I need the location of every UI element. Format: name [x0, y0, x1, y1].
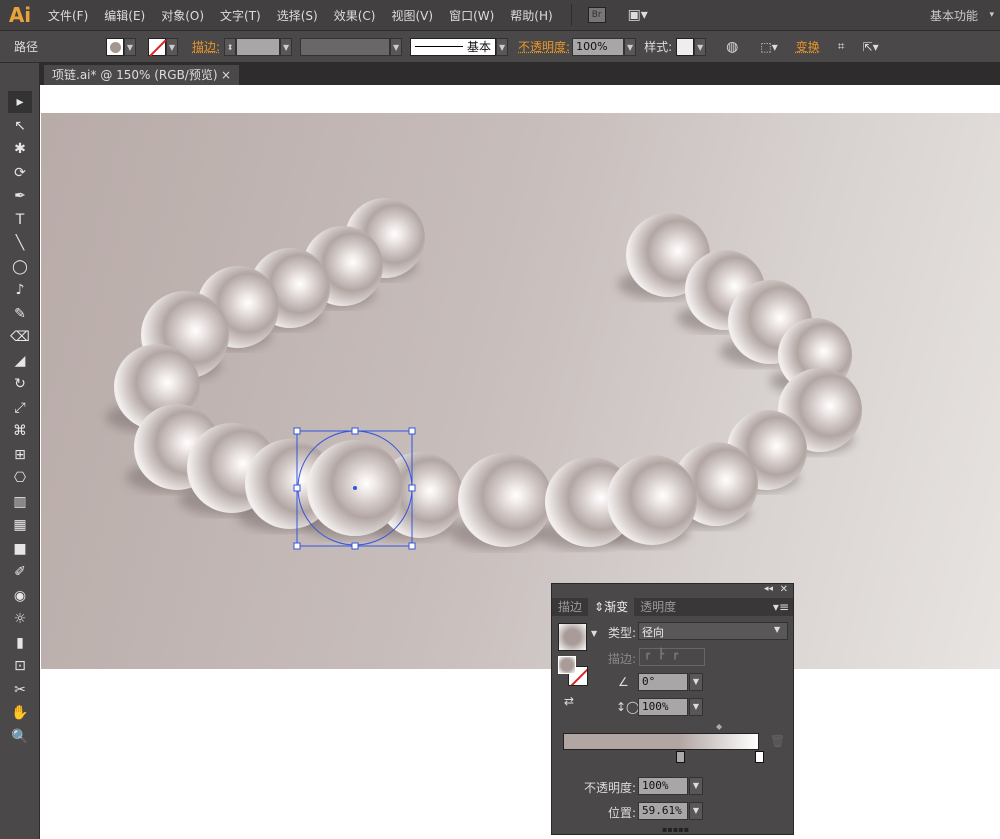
gradient-stop-1[interactable] [675, 751, 685, 763]
tab-gradient[interactable]: ⇕渐变 [588, 598, 635, 616]
tab-stroke[interactable]: 描边 [552, 598, 588, 616]
stop-location-input[interactable]: 59.61% [638, 802, 688, 820]
angle-input[interactable]: 0° [638, 673, 688, 691]
tab-transparency[interactable]: 透明度 [634, 598, 682, 616]
type-label: 类型: [607, 626, 636, 640]
stroke-gradient-buttons: ┏┣┏ [639, 648, 705, 666]
gradient-slider[interactable] [563, 733, 759, 750]
opacity-dropdown[interactable]: ▼ [689, 777, 703, 795]
angle-dropdown[interactable]: ▼ [689, 673, 703, 691]
delete-stop-icon: 🗑 [770, 734, 786, 748]
chevron-down-icon[interactable]: ▼ [774, 625, 780, 634]
gradient-thumbnail[interactable] [558, 623, 587, 651]
opacity-label: 不透明度: [583, 781, 636, 795]
reverse-gradient-icon[interactable]: ⇄ [564, 694, 574, 708]
location-label: 位置: [607, 806, 636, 820]
gradient-stop-2[interactable] [755, 751, 764, 763]
pearl-necklace-artwork[interactable] [0, 0, 1000, 839]
stop-opacity-input[interactable]: 100% [638, 777, 688, 795]
panel-menu-icon[interactable]: ▾≡ [773, 598, 789, 616]
aspect-ratio-input[interactable]: 100% [638, 698, 688, 716]
collapse-panel-icon[interactable]: ◂◂ [764, 584, 773, 594]
pearl[interactable] [458, 453, 552, 547]
tab-gradient-label: 渐变 [604, 600, 629, 614]
gradient-panel: ◂◂ ✕ 描边 ⇕渐变 透明度 ▾≡ ▼ ⇄ 类型: 径向 ▼ 描边: ┏┣┏ … [551, 583, 794, 835]
fill-stroke-indicator[interactable] [558, 656, 590, 688]
type-select[interactable]: 径向 [638, 622, 788, 640]
location-dropdown[interactable]: ▼ [689, 802, 703, 820]
aspect-ratio-icon: ↕◯ [616, 700, 640, 714]
resize-grip[interactable]: ▪▪▪▪▪ [662, 825, 689, 834]
gradient-presets-dropdown[interactable]: ▼ [591, 629, 597, 638]
close-panel-icon[interactable]: ✕ [780, 584, 788, 595]
midpoint-diamond[interactable]: ◆ [716, 722, 722, 731]
aspect-dropdown[interactable]: ▼ [689, 698, 703, 716]
stroke-gradient-label: 描边: [607, 652, 636, 666]
angle-icon: ∠ [618, 675, 629, 689]
pearl[interactable] [607, 455, 697, 545]
